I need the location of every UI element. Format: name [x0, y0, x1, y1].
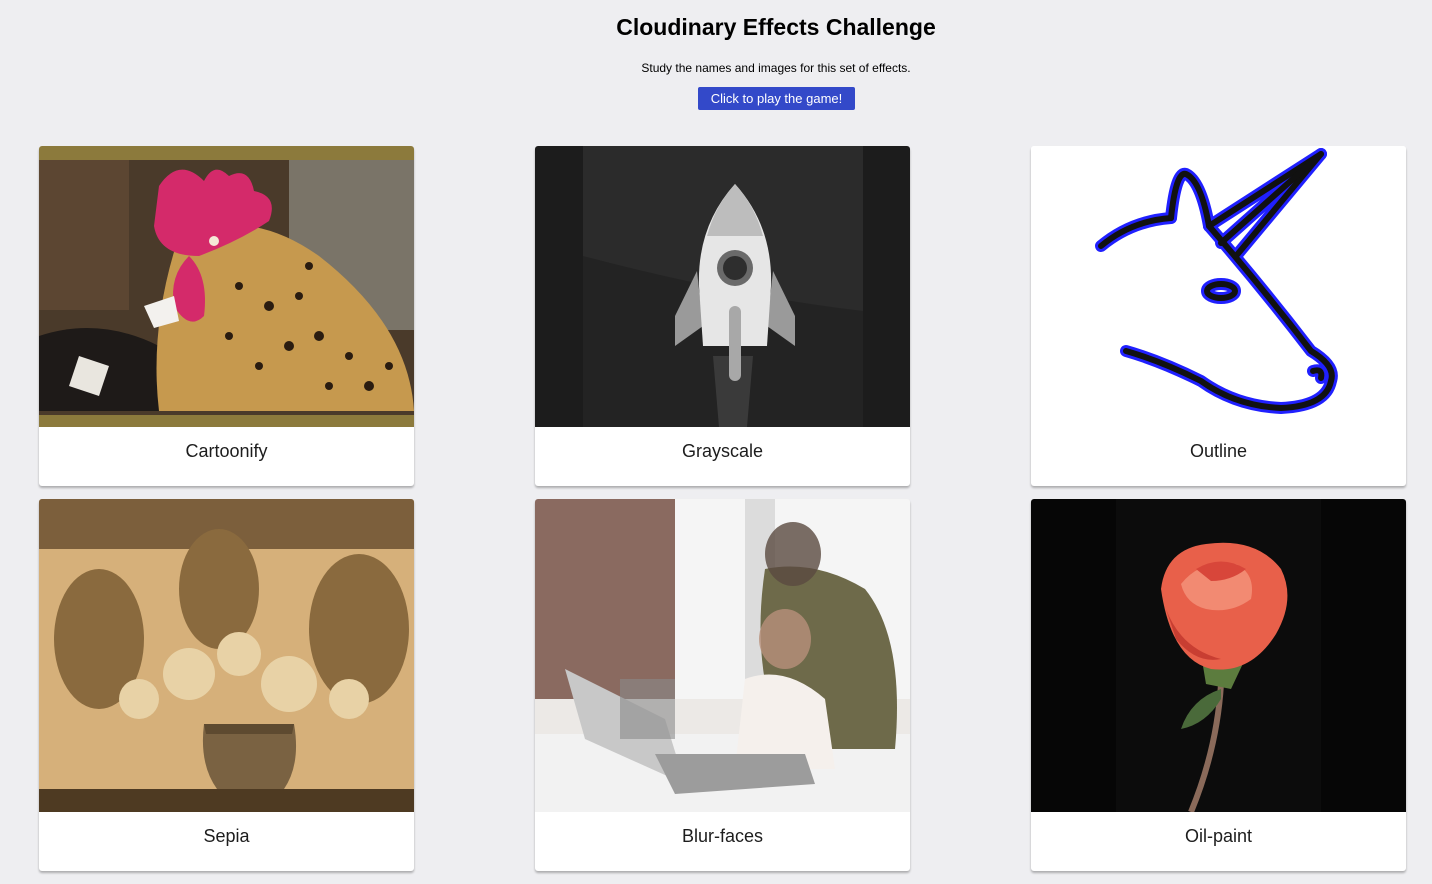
play-game-button[interactable]: Click to play the game! [698, 87, 855, 110]
effect-label: Sepia [203, 826, 250, 846]
unicorn-outline-image [1031, 146, 1406, 427]
effect-card-blur-faces[interactable]: Blur-faces [535, 499, 910, 871]
effect-label: Grayscale [681, 441, 764, 461]
flower-vase-sepia-image [39, 499, 414, 812]
effect-label: Outline [1189, 441, 1248, 461]
effect-card-grayscale[interactable]: Grayscale [535, 146, 910, 486]
page-title: Cloudinary Effects Challenge [616, 14, 936, 40]
effect-label: Blur-faces [681, 826, 764, 846]
rooster-cartoonified-image [39, 146, 414, 427]
effect-card-oil-paint[interactable]: Oil-paint [1031, 499, 1406, 871]
effect-card-outline[interactable]: Outline [1031, 146, 1406, 486]
effect-label: Oil-paint [1184, 826, 1253, 846]
effect-card-cartoonify[interactable]: Cartoonify [39, 146, 414, 486]
rose-oil-paint-image [1031, 499, 1406, 812]
effect-card-sepia[interactable]: Sepia [39, 499, 414, 871]
page-subtitle: Study the names and images for this set … [641, 61, 911, 75]
rocket-grayscale-image [535, 146, 910, 427]
mother-child-laptop-blurred-faces-image [535, 499, 910, 812]
effect-label: Cartoonify [185, 441, 268, 461]
